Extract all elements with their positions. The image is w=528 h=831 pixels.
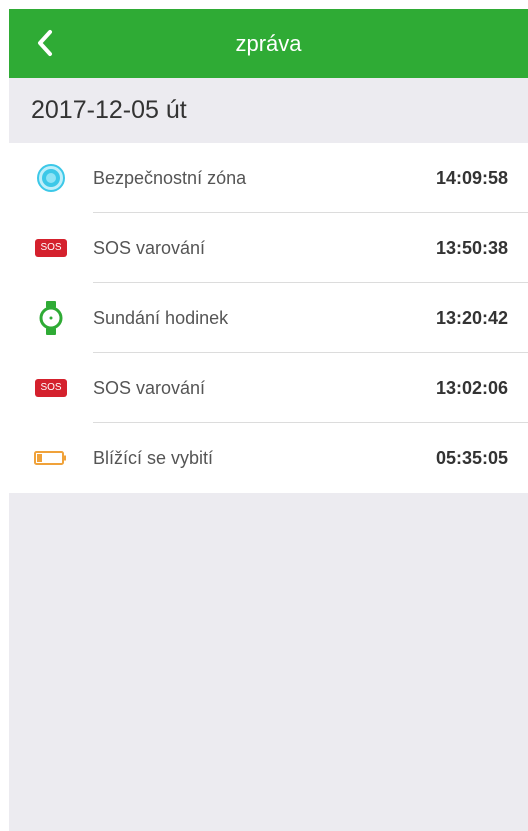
list-item[interactable]: Bezpečnostní zóna 14:09:58 <box>9 143 528 213</box>
item-time: 14:09:58 <box>435 167 508 188</box>
date-header: 2017-12-05 út <box>9 78 528 143</box>
sos-icon: SOS <box>35 239 67 257</box>
item-label: SOS varování <box>93 237 206 258</box>
list-item[interactable]: Sundání hodinek 13:20:42 <box>9 283 528 353</box>
watch-icon <box>39 301 63 335</box>
item-label: Bezpečnostní zóna <box>93 167 247 188</box>
list-item[interactable]: Blížící se vybití 05:35:05 <box>9 423 528 493</box>
item-time: 13:20:42 <box>435 307 508 328</box>
app-header: zpráva <box>9 9 528 78</box>
screen: zpráva 2017-12-05 út Bezpečnostní zóna 1… <box>9 9 528 831</box>
safe-zone-icon <box>37 164 65 192</box>
message-list: Bezpečnostní zóna 14:09:58 SOS SOS varov… <box>9 143 528 493</box>
item-label: Blížící se vybití <box>93 447 214 468</box>
item-label: Sundání hodinek <box>93 307 229 328</box>
list-item[interactable]: SOS SOS varování 13:50:38 <box>9 213 528 283</box>
item-time: 05:35:05 <box>435 447 508 468</box>
sos-icon: SOS <box>35 379 67 397</box>
low-battery-icon <box>34 451 66 465</box>
item-time: 13:02:06 <box>435 377 508 398</box>
item-label: SOS varování <box>93 377 206 398</box>
item-time: 13:50:38 <box>435 237 508 258</box>
page-title: zpráva <box>235 31 302 56</box>
list-item[interactable]: SOS SOS varování 13:02:06 <box>9 353 528 423</box>
